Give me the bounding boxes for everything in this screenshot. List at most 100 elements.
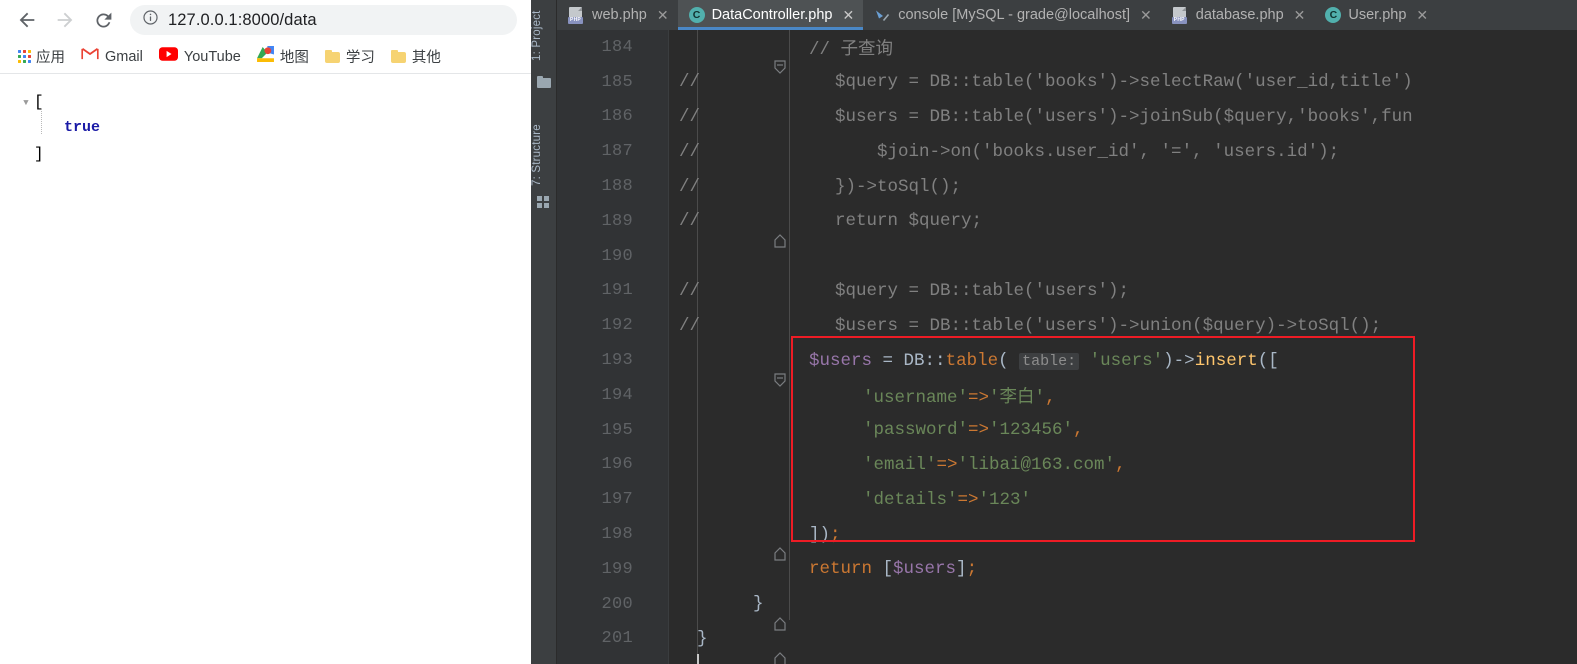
comma-token: , (1115, 454, 1126, 475)
comment-marker: // (679, 315, 701, 336)
tab-datacontroller-php[interactable]: C DataController.php ✕ (677, 0, 864, 30)
code-text: })->toSql(); (793, 176, 962, 197)
close-icon[interactable]: ✕ (842, 8, 854, 22)
code-line[interactable]: 186 // $users = DB::table('users')->join… (557, 100, 1577, 135)
line-number: 192 (601, 316, 633, 336)
code-editor[interactable]: 184 // 子查询 185 // $query = DB::table('bo… (557, 30, 1577, 664)
json-line-value: true (18, 118, 531, 144)
semicolon-token: ; (966, 559, 978, 580)
code-line[interactable]: 184 // 子查询 (557, 30, 1577, 74)
value-token: 'libai@163.com' (957, 454, 1116, 475)
tab-database-php[interactable]: PHP database.php ✕ (1161, 0, 1315, 30)
value-token: '123456' (989, 420, 1074, 441)
code-text: } (753, 594, 764, 615)
code-line[interactable]: 194 'username'=>'李白', (557, 378, 1577, 413)
bookmark-folder-other[interactable]: 其他 (383, 43, 449, 70)
code-line[interactable]: 193 $users = DB::table( table: 'users')-… (557, 343, 1577, 388)
code-line[interactable]: 192 // $users = DB::table('users')->unio… (557, 308, 1577, 343)
fold-end-icon[interactable] (645, 525, 786, 561)
json-response-viewer: ▼ [ true ] (0, 74, 531, 170)
code-line[interactable]: 188 // })->toSql(); (557, 169, 1577, 204)
comma-token: , (1073, 420, 1084, 441)
code-line[interactable]: 191 // $query = DB::table('users'); (557, 274, 1577, 309)
comment-marker: // (679, 280, 701, 301)
folder-icon (537, 76, 551, 88)
variable-token: $users (893, 559, 957, 580)
sidebar-item-structure[interactable]: 7: Structure (531, 120, 557, 190)
operator-token: = (872, 350, 904, 371)
fold-end-icon[interactable] (645, 630, 786, 664)
code-line[interactable]: 201 } (557, 622, 1577, 664)
code-text: $query = DB::table('books')->selectRaw('… (793, 72, 1413, 93)
php-file-icon: PHP (1171, 6, 1189, 24)
line-number: 201 (601, 629, 633, 649)
close-icon[interactable]: ✕ (1416, 8, 1428, 22)
code-line[interactable]: 185 // $query = DB::table('books')->sele… (557, 65, 1577, 100)
fold-end-icon[interactable] (645, 212, 786, 248)
line-number: 195 (601, 420, 633, 440)
json-close-bracket: ] (34, 145, 44, 163)
string-token: 'users' (1089, 350, 1164, 371)
bookmark-apps[interactable]: 应用 (10, 43, 73, 70)
code-line[interactable]: 190 (557, 239, 1577, 274)
close-icon[interactable]: ✕ (657, 8, 669, 22)
keyword-token: return (809, 559, 873, 580)
code-text: ]); (809, 525, 1577, 545)
fold-collapse-icon[interactable] (645, 351, 786, 388)
code-line[interactable]: 198 ]); (557, 517, 1577, 561)
json-line-close: ] (18, 144, 531, 170)
tab-web-php[interactable]: PHP web.php ✕ (557, 0, 678, 30)
arrow-token: -> (1173, 350, 1195, 371)
close-icon[interactable]: ✕ (1140, 8, 1152, 22)
code-line[interactable]: 200 } (557, 587, 1577, 631)
bookmark-gmail[interactable]: Gmail (73, 44, 151, 69)
code-line[interactable]: 195 'password'=>'123456', (557, 413, 1577, 448)
bookmark-youtube[interactable]: YouTube (151, 44, 249, 69)
tab-mysql-console[interactable]: console [MySQL - grade@localhost] ✕ (863, 0, 1161, 30)
tab-label: database.php (1195, 7, 1284, 23)
triangle-down-icon[interactable]: ▼ (18, 92, 34, 113)
console-icon (874, 8, 891, 23)
apps-grid-icon (18, 50, 31, 63)
comment-marker: // (679, 176, 701, 197)
code-line[interactable]: 199 return [$users]; (557, 552, 1577, 587)
fold-collapse-icon[interactable] (645, 38, 786, 74)
line-number: 190 (601, 246, 633, 266)
code-text: $users = DB::table('users')->union($quer… (793, 315, 1382, 336)
tab-label: console [MySQL - grade@localhost] (898, 7, 1131, 23)
reload-button[interactable] (84, 1, 122, 39)
fold-end-icon[interactable] (645, 595, 786, 631)
bookmark-maps[interactable]: 地图 (249, 43, 317, 70)
code-line[interactable]: 189 // return $query; (557, 204, 1577, 248)
close-icon[interactable]: ✕ (1294, 8, 1306, 22)
address-bar-url: 127.0.0.1:8000/data (168, 10, 317, 29)
sidebar-item-project[interactable]: 1: Project (531, 4, 557, 68)
bookmark-label: YouTube (183, 48, 241, 65)
code-line[interactable]: 187 // $join->on('books.user_id', '=', '… (557, 134, 1577, 169)
maps-icon (256, 46, 274, 67)
tool-window-sidebar: 1: Project 7: Structure (531, 0, 557, 664)
address-bar[interactable]: 127.0.0.1:8000/data (130, 5, 517, 35)
line-number: 198 (601, 525, 633, 545)
browser-toolbar: 127.0.0.1:8000/data (0, 0, 531, 40)
value-token: '李白' (989, 387, 1046, 408)
code-line[interactable]: 197 'details'=>'123' (557, 482, 1577, 517)
paren-token: ) (1163, 350, 1174, 371)
json-value: true (64, 119, 101, 136)
back-button[interactable] (8, 1, 46, 39)
key-token: 'details' (863, 489, 958, 510)
line-number: 188 (601, 177, 633, 197)
forward-button[interactable] (46, 1, 84, 39)
reload-icon (93, 10, 114, 31)
tab-user-php[interactable]: C User.php ✕ (1314, 0, 1437, 30)
comment-marker: // (679, 211, 701, 232)
json-line-open: ▼ [ (18, 92, 531, 118)
class-token: DB (903, 350, 925, 371)
bookmark-folder-study[interactable]: 学习 (317, 43, 383, 70)
info-circle-icon[interactable] (142, 9, 159, 31)
code-line[interactable]: 196 'email'=>'libai@163.com', (557, 448, 1577, 483)
bookmark-label: 学习 (345, 50, 375, 66)
folder-icon (324, 50, 340, 63)
line-number: 189 (601, 211, 633, 231)
close-token: ]) (809, 524, 831, 545)
